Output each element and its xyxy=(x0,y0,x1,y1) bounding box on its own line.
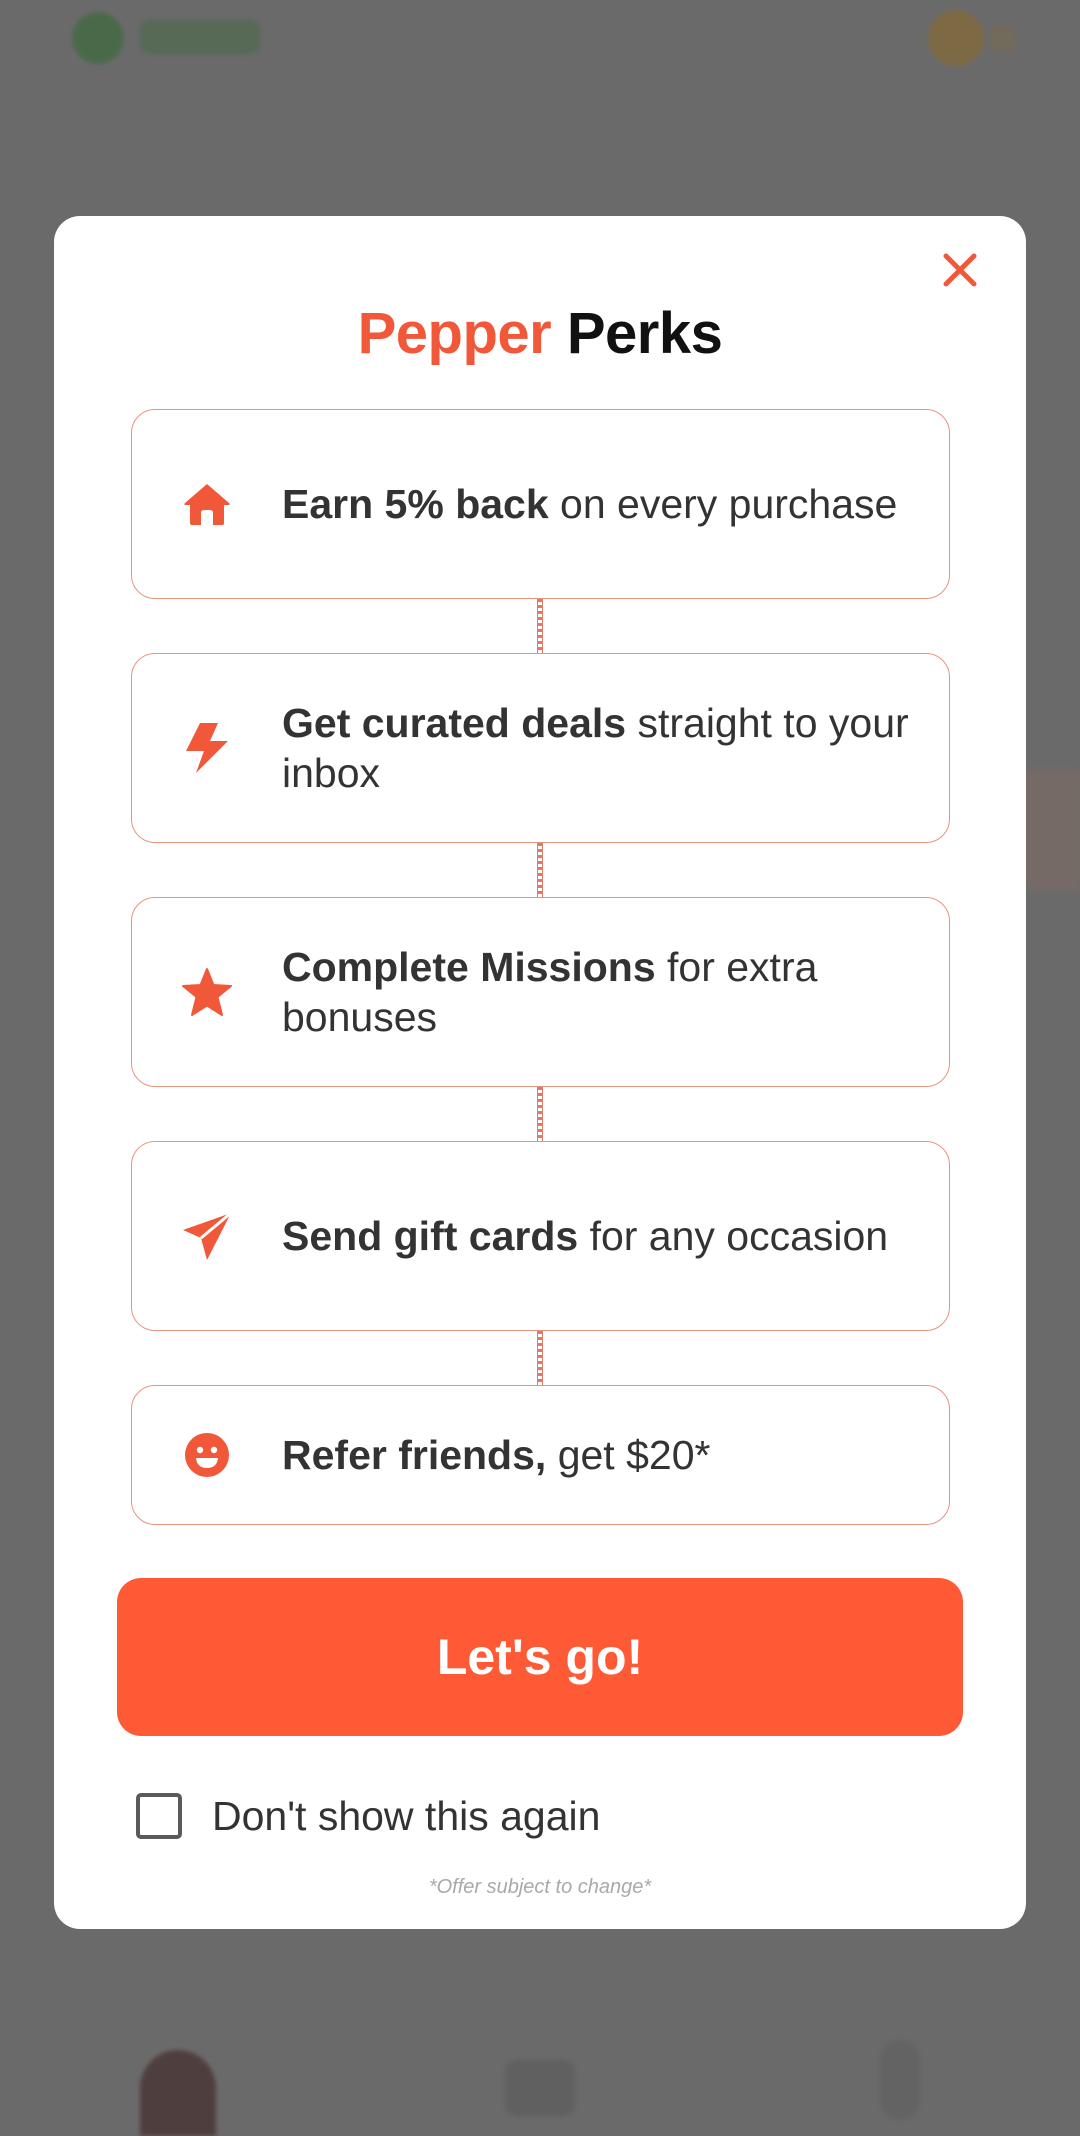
background-nav-icon xyxy=(505,2060,575,2116)
modal-title: Pepper Perks xyxy=(54,300,1026,367)
background-nav-avatar-icon xyxy=(140,2050,216,2136)
perk-connector xyxy=(537,1087,543,1141)
perk-bold: Earn 5% back xyxy=(282,481,549,527)
background-logo-icon xyxy=(72,12,124,64)
dont-show-again-option[interactable]: Don't show this again xyxy=(136,1788,600,1844)
offer-disclaimer: *Offer subject to change* xyxy=(428,1876,652,1898)
background-nav-icon xyxy=(880,2040,920,2120)
perk-rest: get $20* xyxy=(546,1432,711,1478)
perk-rest: for any occasion xyxy=(578,1213,889,1259)
perk-bold: Refer friends, xyxy=(282,1432,547,1478)
background-logo-text xyxy=(140,20,260,54)
close-button[interactable] xyxy=(924,234,996,306)
perk-connector xyxy=(537,843,543,897)
perk-bold: Get curated deals xyxy=(282,700,627,746)
perk-card-missions: Complete Missions for extra bonuses xyxy=(131,897,950,1087)
perk-connector xyxy=(537,599,543,653)
background-coin-count xyxy=(990,26,1016,52)
paper-plane-icon xyxy=(183,1211,232,1260)
background-content xyxy=(1024,770,1080,890)
lightning-icon xyxy=(186,723,228,773)
perk-text: Refer friends, get $20* xyxy=(282,1430,750,1480)
perk-text: Complete Missions for extra bonuses xyxy=(282,942,949,1042)
perk-card-cashback: Earn 5% back on every purchase xyxy=(131,409,950,599)
star-icon xyxy=(182,968,232,1016)
title-rest: Perks xyxy=(551,301,723,366)
perk-bold: Send gift cards xyxy=(282,1213,579,1259)
background-bottom-nav xyxy=(0,2000,1080,2136)
background-top-bar xyxy=(0,0,1080,80)
perk-connector xyxy=(537,1331,543,1385)
perk-bold: Complete Missions xyxy=(282,944,656,990)
background-coin-icon xyxy=(928,10,984,66)
perk-text: Send gift cards for any occasion xyxy=(282,1211,928,1261)
perk-rest: on every purchase xyxy=(548,481,898,527)
perk-card-gift-cards: Send gift cards for any occasion xyxy=(131,1141,950,1331)
smiley-icon xyxy=(185,1433,229,1477)
perk-text: Get curated deals straight to your inbox xyxy=(282,698,949,798)
perk-card-deals: Get curated deals straight to your inbox xyxy=(131,653,950,843)
perk-card-referral: Refer friends, get $20* xyxy=(131,1385,950,1525)
dont-show-again-label: Don't show this again xyxy=(212,1792,601,1839)
home-icon xyxy=(184,484,230,525)
title-accent: Pepper xyxy=(357,301,552,366)
perk-text: Earn 5% back on every purchase xyxy=(282,479,937,529)
pepper-perks-modal: Pepper Perks Earn 5% back on every purch… xyxy=(54,216,1026,1929)
close-icon xyxy=(943,253,977,287)
dont-show-again-checkbox[interactable] xyxy=(136,1793,182,1839)
lets-go-button[interactable]: Let's go! xyxy=(117,1578,963,1736)
